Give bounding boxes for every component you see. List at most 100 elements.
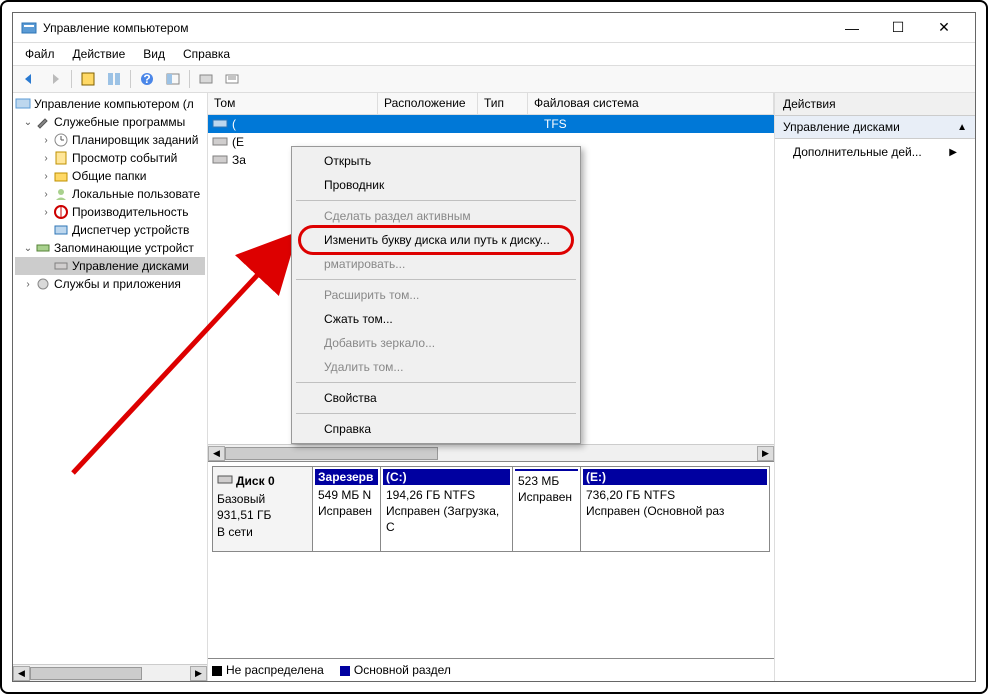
scroll-right-icon[interactable]: ▶ <box>757 446 774 461</box>
expand-icon[interactable]: › <box>39 207 53 218</box>
partition[interactable]: Зарезерв 549 МБ NИсправен <box>313 467 381 551</box>
tree-storage[interactable]: Запоминающие устройст <box>54 241 194 255</box>
col-type[interactable]: Тип <box>478 93 528 114</box>
volume-fs: TFS <box>544 117 567 131</box>
tree-task-scheduler[interactable]: Планировщик заданий <box>72 133 198 147</box>
volume-list-header: Том Расположение Тип Файловая система <box>208 93 774 115</box>
expand-icon[interactable]: › <box>39 153 53 164</box>
partition[interactable]: (E:) 736,20 ГБ NTFSИсправен (Основной ра… <box>581 467 769 551</box>
expand-icon[interactable]: › <box>21 279 35 290</box>
close-button[interactable]: ✕ <box>921 14 967 42</box>
tree-device-manager[interactable]: Диспетчер устройств <box>72 223 189 237</box>
tree-root[interactable]: Управление компьютером (л <box>34 97 194 111</box>
expand-icon[interactable]: › <box>39 189 53 200</box>
clock-icon <box>53 132 69 148</box>
ctx-properties[interactable]: Свойства <box>294 386 578 410</box>
tree-hscroll[interactable]: ◀ ▶ <box>13 664 207 681</box>
help-button[interactable]: ? <box>135 68 159 90</box>
context-menu: Открыть Проводник Сделать раздел активны… <box>291 146 581 444</box>
volume-hscroll[interactable]: ◀ ▶ <box>208 444 774 461</box>
disk-row[interactable]: Диск 0 Базовый 931,51 ГБ В сети Зарезерв… <box>212 466 770 552</box>
computer-icon <box>15 96 31 112</box>
disk-status: В сети <box>217 524 308 540</box>
ctx-shrink[interactable]: Сжать том... <box>294 307 578 331</box>
volume-row[interactable]: ( TFS <box>208 115 774 133</box>
disk-icon <box>217 471 233 491</box>
actions-more[interactable]: Дополнительные дей... ▶ <box>775 139 975 165</box>
tree-system-tools[interactable]: Служебные программы <box>54 115 185 129</box>
legend-primary: Основной раздел <box>354 663 451 677</box>
actions-header: Действия <box>775 93 975 116</box>
col-filesystem[interactable]: Файловая система <box>528 93 774 114</box>
view-button[interactable] <box>102 68 126 90</box>
scroll-left-icon[interactable]: ◀ <box>208 446 225 461</box>
expand-icon[interactable]: › <box>39 135 53 146</box>
disk-mgmt-icon <box>53 258 69 274</box>
properties-button[interactable] <box>76 68 100 90</box>
scroll-right-icon[interactable]: ▶ <box>190 666 207 681</box>
tree-performance[interactable]: Производительность <box>72 205 188 219</box>
tool-extra2[interactable] <box>220 68 244 90</box>
menu-view[interactable]: Вид <box>135 45 173 63</box>
scroll-left-icon[interactable]: ◀ <box>13 666 30 681</box>
partition-title: Зарезерв <box>315 469 378 485</box>
ctx-explorer[interactable]: Проводник <box>294 173 578 197</box>
refresh-button[interactable] <box>161 68 185 90</box>
nav-fwd-button[interactable] <box>43 68 67 90</box>
expand-icon[interactable]: › <box>39 171 53 182</box>
tree-local-users[interactable]: Локальные пользовате <box>72 187 200 201</box>
ctx-format: рматировать... <box>294 252 578 276</box>
performance-icon <box>53 204 69 220</box>
actions-section[interactable]: Управление дисками ▲ <box>775 116 975 139</box>
ctx-extend: Расширить том... <box>294 283 578 307</box>
ctx-delete: Удалить том... <box>294 355 578 379</box>
shared-folders-icon <box>53 168 69 184</box>
tree-disk-management[interactable]: Управление дисками <box>72 259 189 273</box>
ctx-make-active: Сделать раздел активным <box>294 204 578 228</box>
collapse-icon[interactable]: ▲ <box>957 122 967 133</box>
ctx-help[interactable]: Справка <box>294 417 578 441</box>
col-volume[interactable]: Том <box>208 93 378 114</box>
menu-action[interactable]: Действие <box>65 45 134 63</box>
legend-unallocated: Не распределена <box>226 663 324 677</box>
maximize-button[interactable]: ☐ <box>875 14 921 42</box>
volume-icon <box>212 151 228 170</box>
ctx-open[interactable]: Открыть <box>294 149 578 173</box>
disk-type: Базовый <box>217 491 308 507</box>
titlebar: Управление компьютером — ☐ ✕ <box>13 13 975 43</box>
disk-size: 931,51 ГБ <box>217 507 308 523</box>
minimize-button[interactable]: — <box>829 14 875 42</box>
volume-icon <box>212 115 228 134</box>
submenu-icon: ▶ <box>949 147 957 158</box>
actions-pane: Действия Управление дисками ▲ Дополнител… <box>775 93 975 681</box>
window-title: Управление компьютером <box>43 21 829 35</box>
tree-pane[interactable]: Управление компьютером (л ⌄ Служебные про… <box>13 93 208 681</box>
menu-file[interactable]: Файл <box>17 45 63 63</box>
svg-text:?: ? <box>143 72 150 86</box>
partition[interactable]: 523 МБИсправен <box>513 467 581 551</box>
tree-event-viewer[interactable]: Просмотр событий <box>72 151 177 165</box>
expand-icon[interactable]: ⌄ <box>21 243 35 254</box>
col-layout[interactable]: Расположение <box>378 93 478 114</box>
expand-icon[interactable]: ⌄ <box>21 117 35 128</box>
users-icon <box>53 186 69 202</box>
storage-icon <box>35 240 51 256</box>
tools-icon <box>35 114 51 130</box>
toolbar: ? <box>13 65 975 93</box>
ctx-mirror: Добавить зеркало... <box>294 331 578 355</box>
volume-icon <box>212 133 228 152</box>
disk-map: Диск 0 Базовый 931,51 ГБ В сети Зарезерв… <box>208 461 774 658</box>
legend: Не распределена Основной раздел <box>208 658 774 681</box>
nav-back-button[interactable] <box>17 68 41 90</box>
partition[interactable]: (C:) 194,26 ГБ NTFSИсправен (Загрузка, С <box>381 467 513 551</box>
services-icon <box>35 276 51 292</box>
ctx-change-letter[interactable]: Изменить букву диска или путь к диску... <box>294 228 578 252</box>
tree-services[interactable]: Службы и приложения <box>54 277 181 291</box>
disk-info: Диск 0 Базовый 931,51 ГБ В сети <box>213 467 313 551</box>
menubar: Файл Действие Вид Справка <box>13 43 975 65</box>
menu-help[interactable]: Справка <box>175 45 238 63</box>
tree-shared-folders[interactable]: Общие папки <box>72 169 146 183</box>
disk-name: Диск 0 <box>236 473 275 489</box>
tool-extra1[interactable] <box>194 68 218 90</box>
volume-label: ( <box>232 117 382 131</box>
